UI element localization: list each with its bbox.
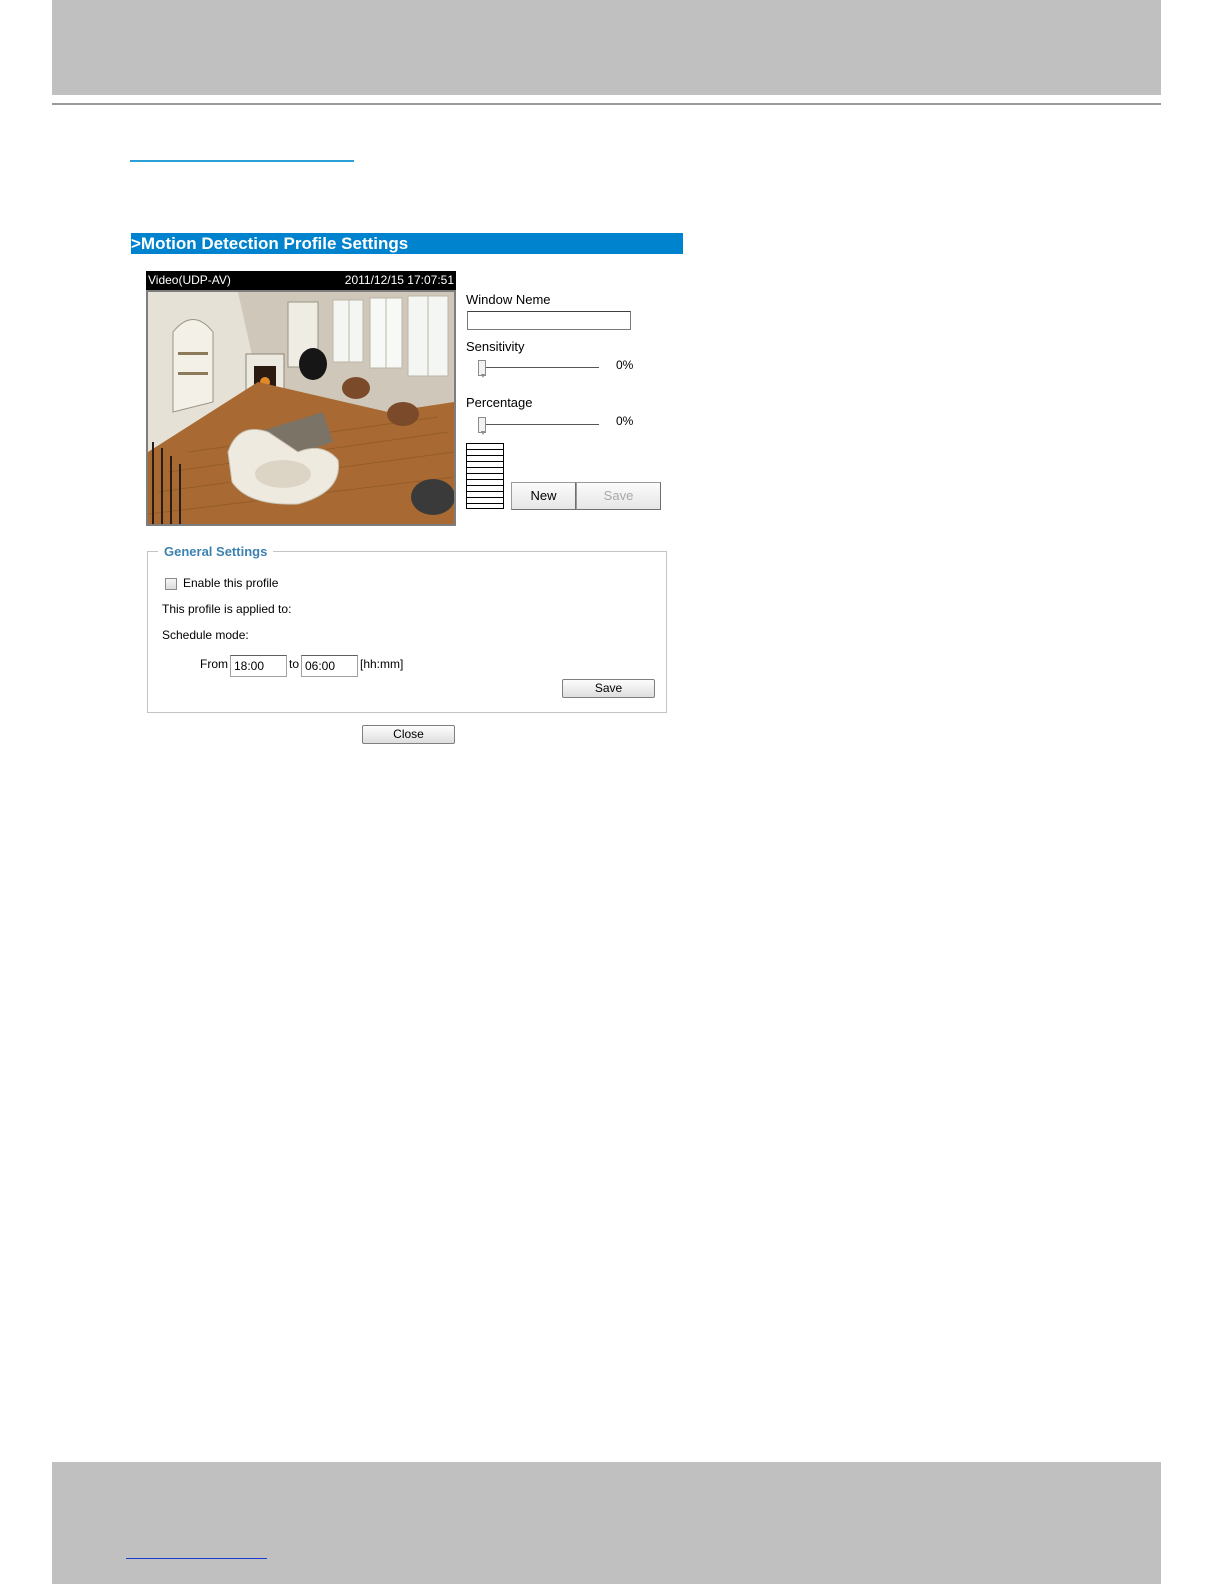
percentage-slider-thumb[interactable] [478,417,486,435]
general-settings-legend: General Settings [158,544,274,559]
sensitivity-slider-thumb[interactable] [478,360,486,378]
enable-profile-label: Enable this profile [183,576,279,590]
sensitivity-slider-track[interactable] [478,367,599,368]
live-video-view[interactable] [146,290,456,526]
enable-profile-checkbox[interactable] [165,578,177,590]
section-underline [130,160,354,162]
to-time-input[interactable]: 06:00 [301,655,358,677]
save-window-button[interactable]: Save [576,482,661,510]
page-header-band [52,0,1161,95]
percentage-label: Percentage [466,395,533,410]
sensitivity-label: Sensitivity [466,339,525,354]
applied-to-label: This profile is applied to: [162,602,292,616]
from-time-input[interactable]: 18:00 [230,655,287,677]
footer-link-underline [126,1558,267,1559]
page-footer-band [52,1462,1161,1584]
motion-level-meter [466,443,504,509]
percentage-slider-track[interactable] [478,424,599,425]
close-button[interactable]: Close [362,725,455,744]
window-name-label: Window Neme [466,292,551,307]
stream-label: Video(UDP-AV) [148,273,231,287]
window-name-input[interactable] [467,311,631,330]
panel-title: >Motion Detection Profile Settings [131,233,683,254]
video-header: Video(UDP-AV) 2011/12/15 17:07:51 [146,271,456,290]
from-label: From [200,657,228,671]
room-scene-image [148,292,454,524]
time-format-label: [hh:mm] [360,657,404,671]
video-timestamp: 2011/12/15 17:07:51 [344,273,454,287]
save-general-button[interactable]: Save [562,679,655,698]
schedule-mode-label: Schedule mode: [162,628,249,642]
to-label: to [289,657,300,671]
percentage-value: 0% [616,414,634,428]
sensitivity-value: 0% [616,358,634,372]
header-divider [52,103,1161,105]
new-window-button[interactable]: New [511,482,576,510]
